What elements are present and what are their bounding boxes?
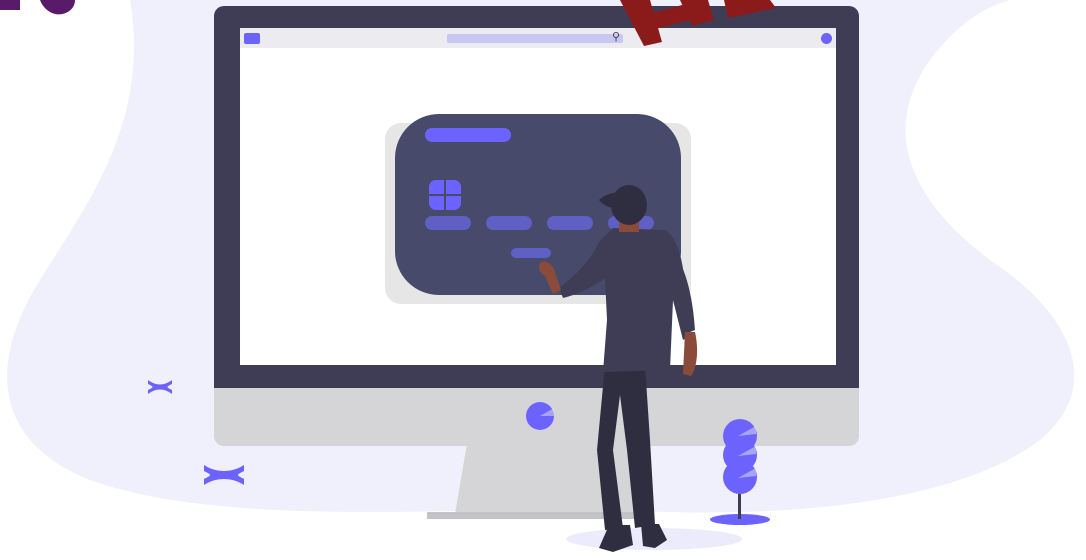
card-chip-icon (429, 180, 461, 210)
menu-icon[interactable] (244, 33, 260, 44)
cross-decor-icon (148, 380, 172, 394)
card-number-group (486, 216, 532, 230)
logo-fragment (0, 0, 75, 15)
card-name-bar (425, 128, 511, 142)
person (538, 185, 698, 552)
user-avatar-icon[interactable] (821, 33, 832, 44)
brand-mark (620, 0, 776, 46)
illustration: ⚲ (0, 0, 1086, 560)
plant-highlights (738, 426, 756, 478)
card-number-group (425, 216, 471, 230)
search-input[interactable] (447, 34, 623, 43)
cross-decor-icon (204, 465, 244, 485)
